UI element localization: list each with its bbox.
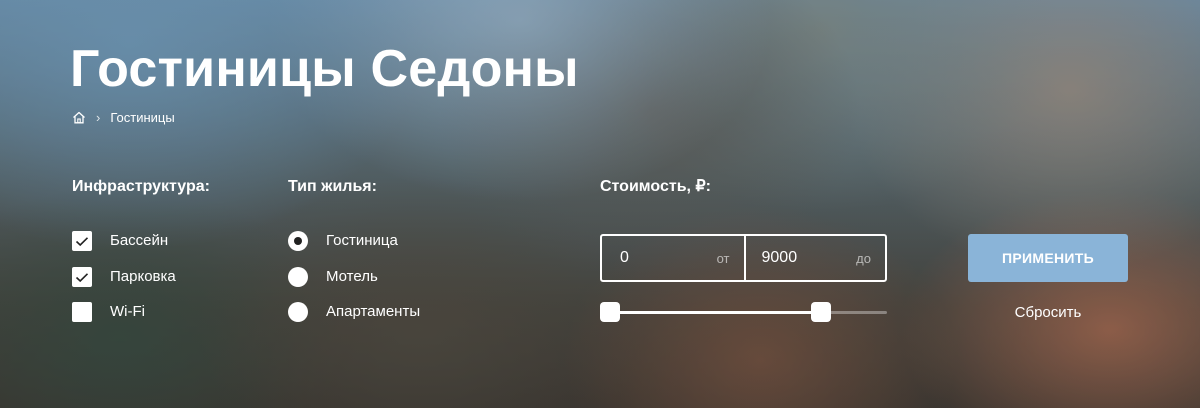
breadcrumb: › Гостиницы	[72, 107, 175, 127]
checkbox-checked-icon[interactable]	[72, 267, 92, 287]
radio-label: Апартаменты	[326, 303, 421, 320]
checkbox-pool[interactable]: Бассейн	[72, 231, 168, 251]
home-icon[interactable]	[72, 111, 86, 124]
radio-hotel[interactable]: Гостиница	[288, 231, 398, 251]
checkbox-label: Wi-Fi	[110, 303, 145, 320]
slider-min-handle[interactable]	[600, 302, 620, 322]
infrastructure-title: Инфраструктура:	[72, 178, 210, 195]
price-min-input[interactable]	[620, 249, 690, 267]
checkbox-label: Парковка	[110, 268, 176, 285]
radio-label: Мотель	[326, 268, 378, 285]
apply-button[interactable]: ПРИМЕНИТЬ	[968, 234, 1128, 282]
housing-type-title: Тип жилья:	[288, 178, 377, 195]
checkbox-wifi[interactable]: Wi-Fi	[72, 302, 145, 322]
radio-label: Гостиница	[326, 232, 398, 249]
slider-fill	[610, 311, 821, 314]
hero-content: Гостиницы Седоны › Гостиницы Инфраструкт…	[0, 0, 1200, 408]
price-max-input[interactable]	[761, 249, 832, 267]
price-max-field[interactable]: до	[743, 236, 886, 280]
checkbox-parking[interactable]: Парковка	[72, 267, 176, 287]
reset-link[interactable]: Сбросить	[968, 303, 1128, 323]
radio-unselected-icon[interactable]	[288, 267, 308, 287]
radio-apartments[interactable]: Апартаменты	[288, 302, 420, 322]
checkbox-label: Бассейн	[110, 232, 169, 249]
chevron-right-icon: ›	[96, 109, 101, 125]
radio-unselected-icon[interactable]	[288, 302, 308, 322]
price-min-suffix: от	[716, 250, 730, 266]
price-min-field[interactable]: от	[602, 236, 744, 280]
breadcrumb-current: Гостиницы	[110, 109, 175, 125]
checkbox-unchecked-icon[interactable]	[72, 302, 92, 322]
price-range-slider[interactable]	[600, 302, 887, 322]
radio-dot	[294, 237, 302, 245]
price-max-suffix: до	[856, 250, 871, 266]
price-range-inputs: от до	[600, 234, 887, 282]
slider-max-handle[interactable]	[810, 302, 831, 322]
price-title: Стоимость, ₽:	[600, 178, 711, 195]
page-title: Гостиницы Седоны	[70, 40, 579, 98]
radio-selected-icon[interactable]	[288, 231, 308, 251]
radio-motel[interactable]: Мотель	[288, 267, 378, 287]
checkbox-checked-icon[interactable]	[72, 231, 92, 251]
